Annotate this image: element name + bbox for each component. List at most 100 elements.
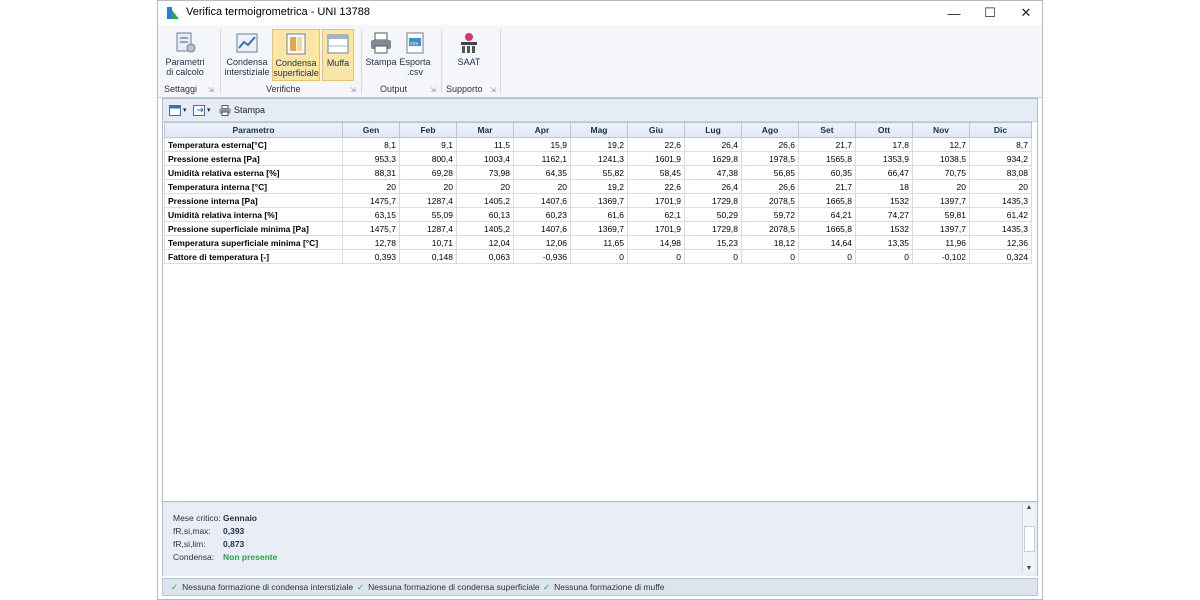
grid-print-button[interactable]: Stampa [219,103,265,117]
saat-button[interactable]: SAAT [452,29,486,81]
value-cell: 18 [855,179,913,194]
column-header[interactable]: Parametro [164,122,343,138]
value-cell: 1978,5 [741,151,799,166]
value-cell: 1287,4 [399,221,457,236]
value-cell: 9,1 [399,137,457,152]
ribbon: Parametri di calcolo Settaggi ⇲ Condensa… [158,25,1042,98]
parametri-label-2: di calcolo [166,67,204,77]
check-icon: ✓ [171,582,179,592]
muffa-button[interactable]: Muffa [322,29,354,81]
status-interstiziale-text: Nessuna formazione di condensa interstiz… [182,582,354,592]
frsilim-label: fR,si,lim: [173,539,206,549]
condensa-interstiziale-button[interactable]: Condensa interstiziale [224,29,270,81]
column-header[interactable]: Feb [399,122,457,138]
results-table: Parametro Gen Feb Mar Apr Mag Giu Lug Ago Set Ott N… [164,122,1032,264]
value-cell: 1601,9 [627,151,685,166]
stampa-ribbon-button[interactable]: Stampa [364,29,398,81]
value-cell: 26,6 [741,137,799,152]
muffa-label: Muffa [326,58,350,68]
scroll-up-icon[interactable]: ▲ [1023,504,1035,511]
group-divider [361,29,362,93]
condensa-superficiale-button[interactable]: Condensa superficiale [272,29,320,81]
status-muffe-text: Nessuna formazione di muffe [554,582,665,592]
value-cell: 59,81 [912,207,970,222]
value-cell: -0,102 [912,249,970,264]
saat-icon [456,31,482,55]
table-row[interactable]: Pressione esterna [Pa] 953,3 800,4 1003,4 11… [164,151,1032,166]
column-header[interactable]: Mar [456,122,514,138]
condensa-superficiale-label-1: Condensa [275,58,317,68]
group-output-label: Output [380,84,408,94]
export-grid-icon [193,104,205,116]
table-row[interactable]: Pressione interna [Pa] 1475,7 1287,4 1405,2… [164,193,1032,208]
minimize-button[interactable]: — [936,1,972,25]
column-header[interactable]: Giu [627,122,685,138]
scroll-down-icon[interactable]: ▼ [1023,565,1035,572]
output-launcher-icon[interactable]: ⇲ [430,86,436,94]
table-row[interactable]: Umidità relativa esterna [%] 88,31 69,28 73… [164,165,1032,180]
value-cell: 0,393 [342,249,400,264]
value-cell: 0 [798,249,856,264]
column-header[interactable]: Lug [684,122,742,138]
value-cell: 1241,3 [570,151,628,166]
close-button[interactable]: ✕ [1008,1,1044,25]
column-header[interactable]: Mag [570,122,628,138]
table-row[interactable]: Temperatura interna [°C] 20 20 20 20 19,2 22,6… [164,179,1032,194]
value-cell: 21,7 [798,179,856,194]
condensa-row: Condensa: Non presente [173,552,277,562]
parameter-cell: Pressione interna [Pa] [164,193,343,208]
value-cell: 1729,8 [684,193,742,208]
scroll-thumb[interactable] [1024,526,1035,552]
column-header[interactable]: Apr [513,122,571,138]
value-cell: 1369,7 [570,221,628,236]
esporta-csv-button[interactable]: csv Esporta .csv [398,29,432,81]
value-cell: 11,65 [570,235,628,250]
window-title: Verifica termoigrometrica - UNI 13788 [186,6,371,18]
value-cell: 59,72 [741,207,799,222]
table-row[interactable]: Umidità relativa interna [%] 63,15 55,09 60… [164,207,1032,222]
table-row[interactable]: Fattore di temperatura [-] 0,393 0,148 0,06… [164,249,1032,264]
value-cell: 0 [627,249,685,264]
value-cell: 1701,9 [627,193,685,208]
value-cell: 17,8 [855,137,913,152]
column-header[interactable]: Set [798,122,856,138]
value-cell: 61,6 [570,207,628,222]
layout-dropdown-button[interactable]: ▾ [169,103,187,117]
value-cell: 0 [570,249,628,264]
value-cell: 56,85 [741,165,799,180]
stampa-ribbon-label: Stampa [365,57,397,67]
table-row[interactable]: Temperatura superficiale minima [°C] 12,7… [164,235,1032,250]
column-header[interactable]: Ago [741,122,799,138]
column-header[interactable]: Dic [969,122,1032,138]
status-superficiale-text: Nessuna formazione di condensa superfici… [368,582,540,592]
value-cell: 8,1 [342,137,400,152]
value-cell: 1397,7 [912,193,970,208]
main-panel: ▾ ▾ Stampa Parametro Gen Feb Mar Apr Mag Giu Lu… [162,98,1038,576]
maximize-button[interactable]: ☐ [972,1,1008,25]
value-cell: 11,96 [912,235,970,250]
parametri-button[interactable]: Parametri di calcolo [162,29,208,81]
group-supporto-label: Supporto [446,84,483,94]
value-cell: 12,04 [456,235,514,250]
sliders-icon [172,31,198,55]
value-cell: 0,063 [456,249,514,264]
column-header[interactable]: Nov [912,122,970,138]
value-cell: 10,71 [399,235,457,250]
column-header[interactable]: Gen [342,122,400,138]
value-cell: 64,21 [798,207,856,222]
verifiche-launcher-icon[interactable]: ⇲ [350,86,356,94]
mese-critico-label: Mese critico: [173,513,221,523]
table-row[interactable]: Temperatura esterna[°C] 8,1 9,1 11,5 15,9 19,… [164,137,1032,152]
supporto-launcher-icon[interactable]: ⇲ [490,86,496,94]
export-dropdown-button[interactable]: ▾ [193,103,211,117]
summary-scrollbar[interactable]: ▲ ▼ [1022,504,1035,572]
value-cell: 60,13 [456,207,514,222]
value-cell: 62,1 [627,207,685,222]
settaggi-launcher-icon[interactable]: ⇲ [208,86,214,94]
column-header[interactable]: Ott [855,122,913,138]
condensa-interstiziale-label-2: interstiziale [224,67,270,77]
value-cell: 69,28 [399,165,457,180]
value-cell: 1407,6 [513,221,571,236]
table-row[interactable]: Pressione superficiale minima [Pa] 1475,7… [164,221,1032,236]
value-cell: 88,31 [342,165,400,180]
